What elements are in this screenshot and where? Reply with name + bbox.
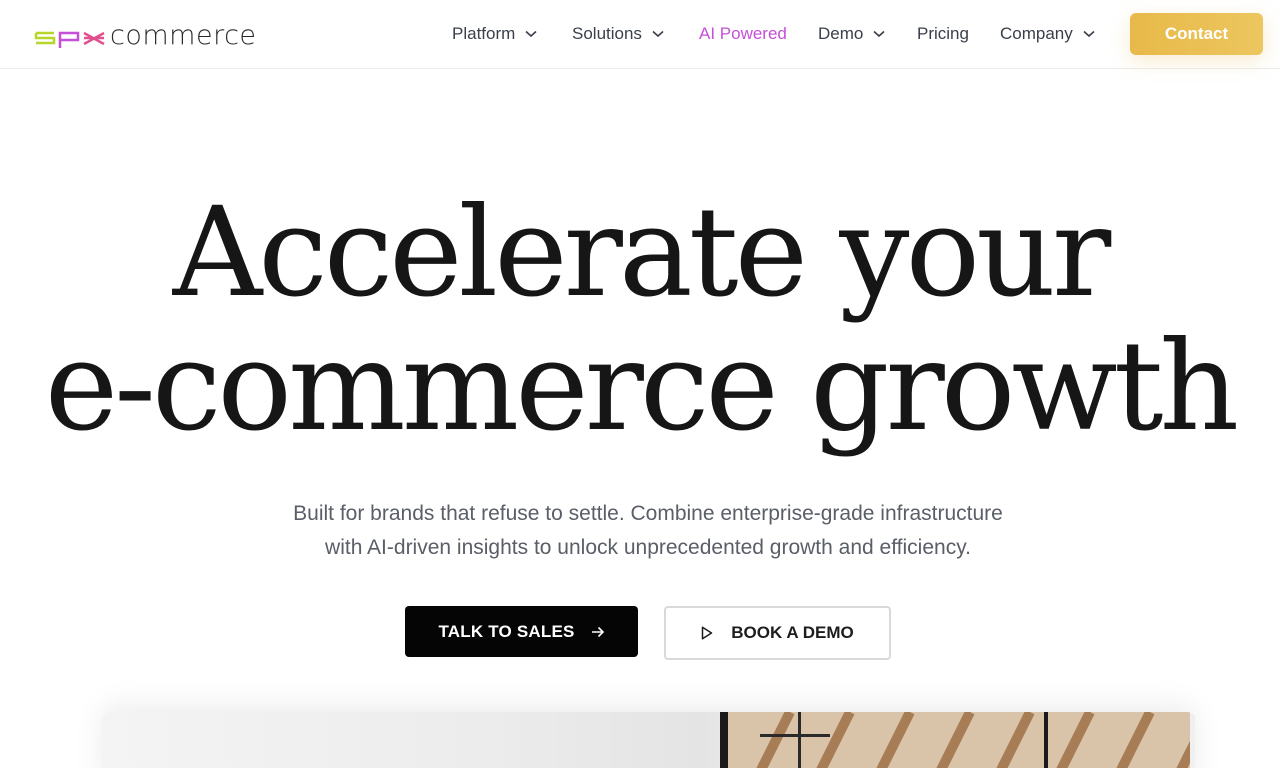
nav-item-label: Solutions [572, 24, 642, 43]
nav-item-label: Company [1000, 24, 1073, 43]
nav-item-pricing[interactable]: Pricing [917, 24, 1000, 44]
nav-item-label: Demo [818, 24, 864, 43]
nav-item-solutions[interactable]: Solutions [572, 24, 699, 44]
nav-item-company[interactable]: Company [1000, 24, 1104, 44]
hero-title-line-1: Accelerate your [172, 181, 1112, 325]
nav-item-ai-powered[interactable]: AI Powered [699, 24, 818, 44]
hero-subtitle-line-1: Built for brands that refuse to settle. … [293, 502, 1003, 525]
nav-item-platform[interactable]: Platform [452, 24, 572, 44]
hero-subtitle-line-2: with AI-driven insights to unlock unprec… [325, 536, 971, 559]
main-nav: Platform Solutions AI Powered Demo Prici… [452, 22, 1104, 46]
nav-item-label: Platform [452, 24, 516, 43]
hero-preview-image [102, 712, 1195, 768]
chevron-down-icon [1083, 30, 1095, 38]
office-photo [720, 712, 1195, 768]
arrow-right-icon [591, 626, 604, 637]
hero-title: Accelerate your e-commerce growth [0, 186, 1280, 454]
play-icon [702, 626, 713, 640]
spx-logo-mark-icon [34, 31, 105, 48]
site-header: commerce Platform Solutions AI Powered D… [0, 0, 1280, 69]
contact-button[interactable]: Contact [1130, 13, 1263, 55]
book-a-demo-button[interactable]: BOOK A DEMO [664, 606, 891, 660]
nav-item-demo[interactable]: Demo [818, 24, 917, 44]
chevron-down-icon [873, 30, 885, 38]
hero-title-line-2: e-commerce growth [44, 315, 1240, 459]
talk-to-sales-button[interactable]: TALK TO SALES [405, 606, 638, 657]
nav-item-label: Pricing [917, 24, 969, 43]
book-a-demo-label: BOOK A DEMO [731, 623, 854, 642]
logo[interactable]: commerce [34, 20, 257, 50]
hero-subtitle: Built for brands that refuse to settle. … [240, 497, 1056, 565]
logo-text: commerce [110, 19, 257, 51]
nav-item-label: AI Powered [699, 24, 787, 43]
chevron-down-icon [652, 30, 664, 38]
chevron-down-icon [525, 30, 537, 38]
talk-to-sales-label: TALK TO SALES [438, 621, 575, 641]
